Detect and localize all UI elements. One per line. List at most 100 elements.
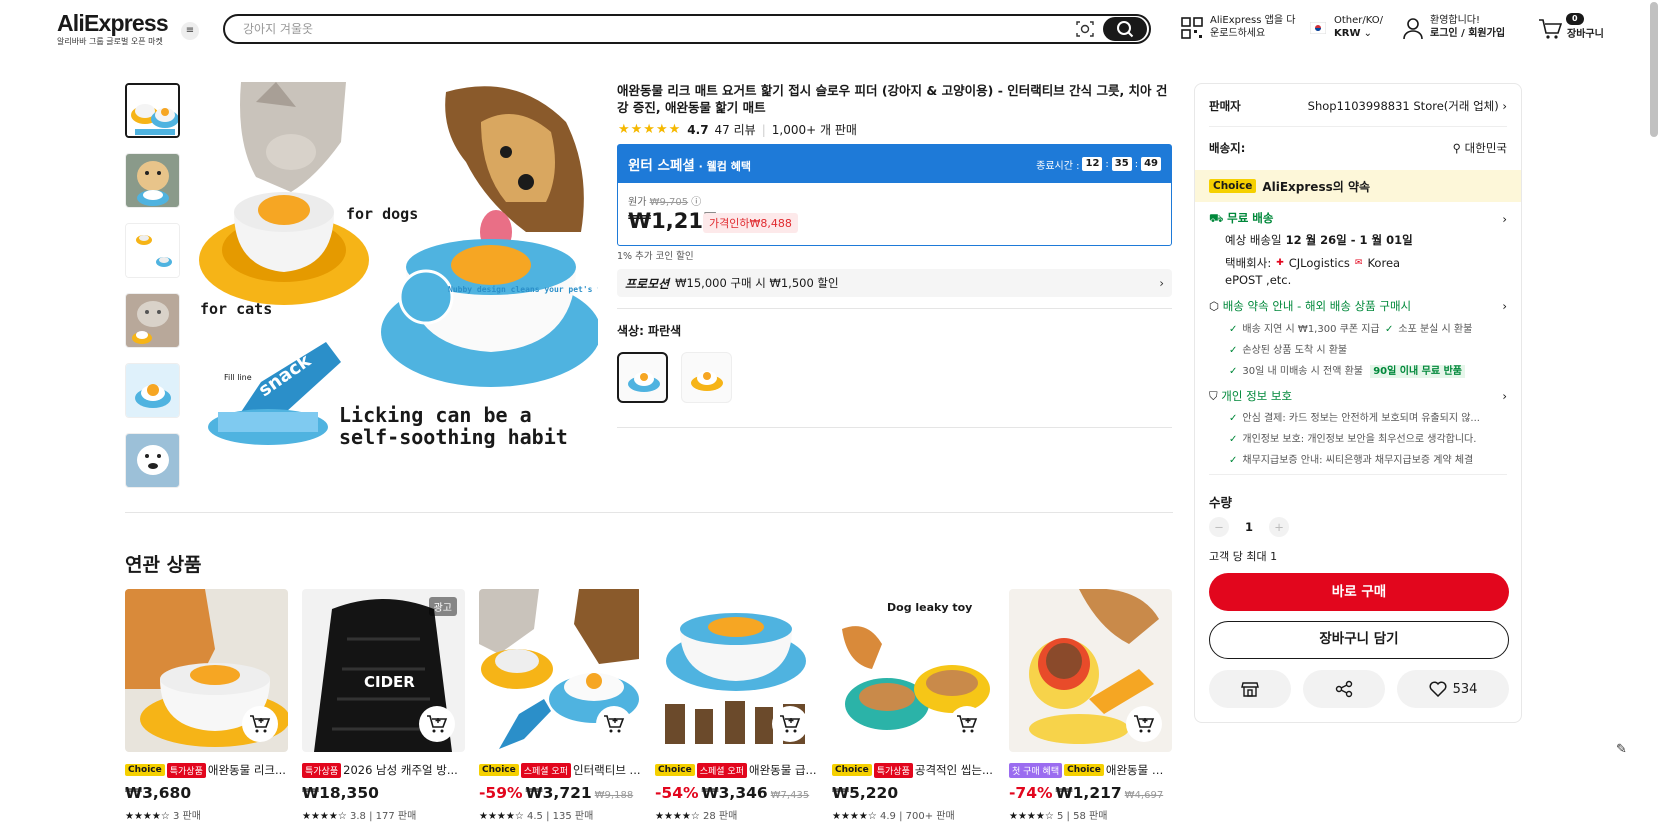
search-input[interactable]: [243, 20, 1063, 38]
quantity-limit: 고객 당 최대 1: [1209, 550, 1278, 563]
product-tag: 특가상품: [302, 762, 342, 778]
check-icon: ✓: [1229, 455, 1238, 466]
aliexpress-logo[interactable]: AliExpress 알리바바 그룹 글로벌 오픈 마켓: [57, 11, 169, 47]
sale-price: ₩3,680: [125, 784, 192, 802]
review-count[interactable]: 47 리뷰: [715, 121, 756, 138]
product-name[interactable]: 첫 구매 혜택 Choice 애완동물 용...: [1009, 762, 1172, 778]
wishlist-count: 534: [1452, 681, 1478, 697]
add-to-cart-icon[interactable]: [1126, 706, 1162, 742]
product-price: -59% ₩3,721 ₩9,188: [479, 784, 642, 802]
seller-name[interactable]: Shop1103998831 Store(거래 업체): [1308, 99, 1499, 113]
product-tag: 스페셜 오퍼: [696, 762, 747, 778]
qr-code-icon[interactable]: [1180, 16, 1204, 40]
related-product-card[interactable]: Choice 스페셜 오퍼 애완동물 급... -54% ₩3,346 ₩7,435…: [655, 589, 818, 822]
app-download-link[interactable]: AliExpress 앱을 다 운로드하세요: [1210, 14, 1295, 40]
add-to-cart-icon[interactable]: [242, 706, 278, 742]
product-tag: 특가상품: [166, 762, 206, 778]
page-scrollbar[interactable]: [1650, 2, 1658, 137]
quantity-stepper: − 1 +: [1209, 517, 1507, 537]
share-button[interactable]: [1303, 670, 1385, 708]
add-to-cart-icon[interactable]: [949, 706, 985, 742]
buy-now-button[interactable]: 바로 구매: [1209, 573, 1509, 611]
chevron-right-icon: ›: [1159, 276, 1164, 290]
product-thumbnail[interactable]: Dog leaky toy: [832, 589, 995, 752]
ad-badge: 광고: [428, 597, 457, 616]
product-thumbnail[interactable]: [655, 589, 818, 752]
account-link[interactable]: 환영합니다! 로그인 / 회원가입: [1430, 14, 1505, 40]
promise-item: ✓ 손상된 상품 도착 시 환불: [1229, 341, 1347, 356]
login-signup-link[interactable]: 로그인 / 회원가입: [1430, 28, 1505, 39]
product-thumbnail[interactable]: [479, 589, 642, 752]
add-to-cart-icon[interactable]: [419, 706, 455, 742]
cart-count-badge: 0: [1566, 13, 1584, 25]
delivery-promise-row[interactable]: ⬡ 배송 약속 안내 - 해외 배송 상품 구매시 ›: [1209, 298, 1507, 314]
search-button[interactable]: [1103, 17, 1147, 41]
promise-item: ✓ 배송 지연 시 ₩1,300 쿠폰 지급: [1229, 320, 1380, 335]
product-name[interactable]: Choice 스페셜 오퍼 애완동물 급...: [655, 762, 818, 778]
thumbnail-1[interactable]: [125, 83, 180, 138]
thumbnail-5[interactable]: [125, 363, 180, 418]
quantity-value[interactable]: 1: [1245, 520, 1253, 534]
thumbnail-6[interactable]: [125, 433, 180, 488]
info-icon[interactable]: ⓘ: [691, 197, 701, 208]
related-product-card[interactable]: CIDER 광고 특가상품 2026 남성 캐주얼 방... ₩18,350 ★★…: [302, 589, 465, 822]
add-to-cart-icon[interactable]: [772, 706, 808, 742]
wishlist-button[interactable]: 534: [1397, 670, 1509, 708]
product-thumbnail[interactable]: [1009, 589, 1172, 752]
product-price: -74% ₩1,217 ₩4,697: [1009, 784, 1172, 802]
product-name[interactable]: 특가상품 2026 남성 캐주얼 방...: [302, 762, 465, 778]
color-option-yellow[interactable]: [681, 352, 732, 403]
choice-badge: Choice: [1209, 179, 1257, 193]
product-price: ₩3,680: [125, 784, 288, 802]
product-thumbnail[interactable]: CIDER 광고: [302, 589, 465, 752]
plus-icon[interactable]: +: [1269, 517, 1290, 537]
product-tag: 특가상품: [873, 762, 913, 778]
seller-row[interactable]: 판매자 Shop1103998831 Store(거래 업체) ›: [1209, 98, 1507, 114]
thumbnail-2[interactable]: [125, 153, 180, 208]
ship-to-row[interactable]: 배송지: ⚲ 대한민국: [1209, 140, 1507, 156]
promise-item-text: 소포 분실 시 환불: [1398, 324, 1473, 335]
original-price: ₩4,697: [1124, 790, 1164, 801]
main-product-image[interactable]: Nubby design cleans your pet's tongue fo…: [196, 82, 598, 462]
related-product-card[interactable]: Choice 스페셜 오퍼 인터랙티브 ... -59% ₩3,721 ₩9,188…: [479, 589, 642, 822]
user-icon[interactable]: [1402, 17, 1424, 41]
product-thumbnail[interactable]: [125, 589, 288, 752]
related-product-card[interactable]: Dog leaky toy Choice 특가상품 공격적인 씹는... ₩5,22…: [832, 589, 995, 822]
top-header: AliExpress 알리바바 그룹 글로벌 오픈 마켓 ≡ AliExpres…: [0, 0, 1660, 58]
sale-price: ₩18,350: [302, 784, 379, 802]
discount-percent: -54%: [655, 784, 699, 802]
licking-caption-1: Licking can be a: [339, 403, 532, 427]
app-download-line2: 운로드하세요: [1210, 28, 1266, 39]
cart-label[interactable]: 장바구니: [1567, 28, 1604, 41]
categories-menu-icon[interactable]: ≡: [181, 22, 199, 40]
color-option-blue[interactable]: [617, 352, 668, 403]
product-price: ₩5,220: [832, 784, 995, 802]
courier-label: 택배회사:: [1225, 256, 1272, 270]
product-name[interactable]: Choice 특가상품 애완동물 리크...: [125, 762, 288, 778]
edit-pencil-icon[interactable]: ✎: [1616, 742, 1638, 764]
image-search-icon[interactable]: [1075, 20, 1095, 38]
currency-label: KRW: [1334, 28, 1361, 39]
related-product-card[interactable]: Choice 특가상품 애완동물 리크... ₩3,680 ★★★★☆ 3 판매: [125, 589, 288, 822]
cart-icon[interactable]: [1538, 18, 1562, 40]
minus-icon[interactable]: −: [1209, 517, 1229, 537]
related-product-card[interactable]: 첫 구매 혜택 Choice 애완동물 용... -74% ₩1,217 ₩4,69…: [1009, 589, 1172, 822]
shield-check-icon: ⛉: [1209, 389, 1218, 403]
free-shipping-row[interactable]: ⛟ 무료 배송 ›: [1209, 210, 1507, 227]
thumbnail-4[interactable]: [125, 293, 180, 348]
timer-hours: 12: [1082, 157, 1103, 171]
privacy-title: 개인 정보 보호: [1221, 389, 1293, 403]
add-to-cart-button[interactable]: 장바구니 담기: [1209, 621, 1509, 659]
product-name[interactable]: Choice 특가상품 공격적인 씹는...: [832, 762, 995, 778]
product-tag: 첫 구매 혜택: [1009, 762, 1063, 778]
locale-selector[interactable]: Other/KO/ KRW ⌄: [1334, 14, 1383, 40]
promotion-bar[interactable]: 프로모션 ₩15,000 구매 시 ₩1,500 할인 ›: [617, 269, 1172, 297]
thumbnail-3[interactable]: [125, 223, 180, 278]
store-button[interactable]: [1209, 670, 1291, 708]
add-to-cart-icon[interactable]: [596, 706, 632, 742]
purchase-side-panel: 판매자 Shop1103998831 Store(거래 업체) › 배송지: ⚲…: [1194, 83, 1522, 723]
original-price: 원가 ₩9,705 ⓘ: [628, 193, 701, 208]
divider: |: [761, 122, 766, 137]
product-name[interactable]: Choice 스페셜 오퍼 인터랙티브 ...: [479, 762, 642, 778]
privacy-row[interactable]: ⛉ 개인 정보 보호 ›: [1209, 388, 1507, 404]
